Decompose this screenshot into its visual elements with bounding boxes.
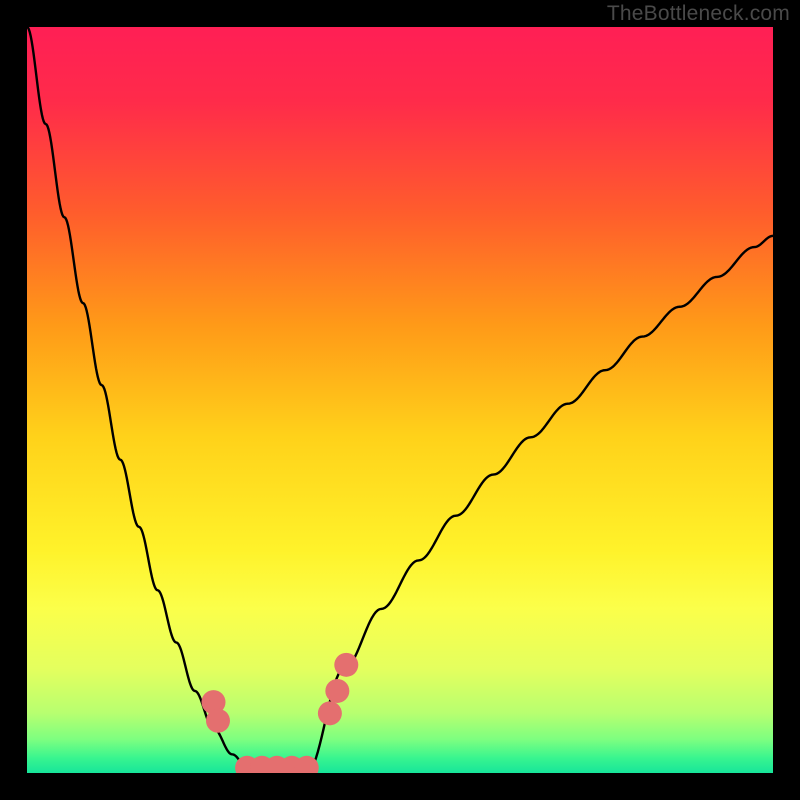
highlight-marker — [325, 679, 349, 703]
gradient-background — [27, 27, 773, 773]
watermark-text: TheBottleneck.com — [607, 2, 790, 26]
plot-area — [27, 27, 773, 773]
bottleneck-curve-chart — [27, 27, 773, 773]
chart-frame: TheBottleneck.com — [0, 0, 800, 800]
highlight-marker — [334, 653, 358, 677]
highlight-marker — [318, 701, 342, 725]
highlight-marker — [206, 709, 230, 733]
